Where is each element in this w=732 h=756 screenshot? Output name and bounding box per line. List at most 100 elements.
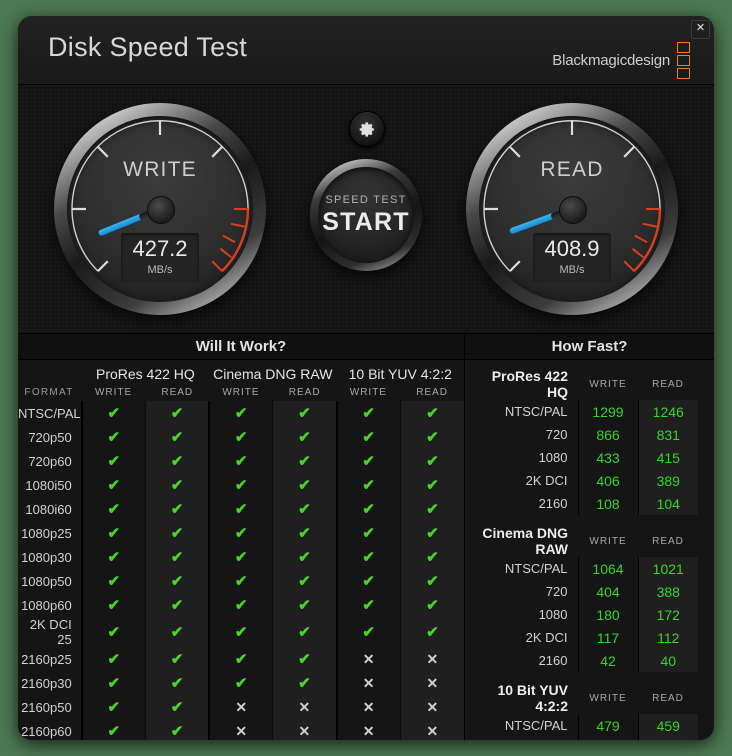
table-row: 2160 42 40 bbox=[475, 649, 698, 672]
check-icon: ✔ bbox=[426, 573, 439, 590]
write-unit: MB/s bbox=[147, 264, 173, 276]
compat-cell: ✔ bbox=[272, 401, 337, 425]
compat-cell: ✔ bbox=[144, 695, 210, 719]
compat-cell: ✔ bbox=[399, 449, 464, 473]
format-cell: 2160p60 bbox=[21, 723, 72, 739]
compat-cell: ✔ bbox=[208, 569, 273, 593]
compat-cell: ✔ bbox=[80, 593, 146, 617]
format-header: FORMAT bbox=[24, 387, 74, 398]
results-panels: Will It Work? ProRes 422 HQ Cinema DNG R… bbox=[18, 334, 714, 740]
format-cell: 2160p50 bbox=[21, 699, 72, 715]
check-icon: ✔ bbox=[298, 573, 311, 590]
check-icon: ✔ bbox=[234, 549, 248, 566]
how-fast-title: How Fast? bbox=[465, 334, 714, 360]
cross-icon: ✕ bbox=[298, 722, 311, 739]
format-cell: 1080 bbox=[538, 607, 568, 622]
format-cell: NTSC/PAL bbox=[504, 718, 568, 733]
read-speed-cell: 1021 bbox=[637, 557, 698, 580]
compat-cell: ✕ bbox=[399, 695, 464, 719]
format-cell: 2160p25 bbox=[21, 651, 72, 667]
compat-cell: ✔ bbox=[208, 545, 273, 569]
format-cell: 1080i60 bbox=[25, 501, 72, 517]
table-row: 720p60 ✔ ✔ ✔ ✔ ✔ ✔ bbox=[18, 449, 464, 473]
compat-cell: ✔ bbox=[144, 617, 210, 647]
compat-cell: ✔ bbox=[144, 425, 210, 449]
format-cell: 2K DCI bbox=[525, 630, 568, 645]
compat-cell: ✔ bbox=[208, 521, 273, 545]
compat-cell: ✔ bbox=[144, 671, 210, 695]
how-fast-col-read: READ bbox=[652, 378, 684, 390]
how-fast-section: ProRes 422 HQ WRITE READ NTSC/PAL 1299 1246 72… bbox=[475, 368, 698, 515]
check-icon: ✔ bbox=[426, 477, 439, 494]
table-row: 720 866 831 bbox=[475, 423, 698, 446]
format-cell: 1080p50 bbox=[21, 573, 72, 589]
settings-button[interactable] bbox=[349, 111, 385, 147]
check-icon: ✔ bbox=[426, 549, 439, 566]
check-icon: ✔ bbox=[234, 429, 248, 446]
read-speed-cell: 112 bbox=[637, 626, 698, 649]
check-icon: ✔ bbox=[298, 651, 311, 668]
compat-cell: ✔ bbox=[80, 695, 146, 719]
compat-cell: ✔ bbox=[272, 671, 337, 695]
cross-icon: ✕ bbox=[362, 698, 375, 715]
compat-cell: ✔ bbox=[208, 497, 273, 521]
compat-cell: ✔ bbox=[335, 545, 401, 569]
will-it-work-table: ProRes 422 HQ Cinema DNG RAW 10 Bit YUV … bbox=[18, 360, 464, 740]
compat-cell: ✔ bbox=[335, 449, 401, 473]
check-icon: ✔ bbox=[362, 501, 375, 518]
check-icon: ✔ bbox=[107, 525, 121, 542]
table-row: 2160p30 ✔ ✔ ✔ ✔ ✕ ✕ bbox=[18, 671, 464, 695]
table-row: 1080 433 415 bbox=[475, 446, 698, 469]
write-readout: 427.2 MB/s bbox=[121, 233, 199, 282]
table-row: NTSC/PAL 1064 1021 bbox=[475, 557, 698, 580]
table-row: 720182174 bbox=[475, 737, 698, 740]
format-header-spacer bbox=[18, 360, 82, 384]
check-icon: ✔ bbox=[426, 429, 439, 446]
compat-cell: ✔ bbox=[80, 473, 146, 497]
check-icon: ✔ bbox=[426, 405, 439, 422]
write-speed-cell: 42 bbox=[577, 649, 638, 672]
brand-logo: Blackmagicdesign bbox=[552, 42, 690, 79]
compat-cell: ✔ bbox=[144, 593, 210, 617]
compat-cell: ✔ bbox=[335, 617, 401, 647]
gauge-deck: WRITE 427.2 MB/s SPEED TEST START READ 4… bbox=[18, 85, 714, 334]
compat-cell: ✔ bbox=[144, 401, 210, 425]
check-icon: ✔ bbox=[426, 453, 439, 470]
compat-cell: ✔ bbox=[208, 671, 273, 695]
compat-cell: ✔ bbox=[272, 473, 337, 497]
sub-header-dng-read: READ bbox=[288, 387, 321, 398]
compat-cell: ✔ bbox=[144, 719, 210, 740]
compat-cell: ✔ bbox=[208, 647, 273, 671]
sub-header-prores-write: WRITE bbox=[94, 387, 133, 398]
cross-icon: ✕ bbox=[362, 650, 375, 667]
compat-cell: ✔ bbox=[399, 521, 464, 545]
how-fast-section-title: Cinema DNG RAW bbox=[482, 525, 568, 557]
format-cell: 1080p60 bbox=[21, 597, 72, 613]
compat-cell: ✕ bbox=[399, 647, 464, 671]
compat-cell: ✕ bbox=[272, 719, 337, 740]
compat-cell: ✔ bbox=[399, 617, 464, 647]
start-button-label: START bbox=[322, 207, 410, 236]
close-icon[interactable]: ✕ bbox=[691, 20, 710, 39]
write-value: 427.2 bbox=[132, 236, 188, 261]
title-bar: Disk Speed Test Blackmagicdesign bbox=[18, 16, 714, 85]
check-icon: ✔ bbox=[234, 624, 248, 641]
compat-cell: ✔ bbox=[208, 473, 273, 497]
check-icon: ✔ bbox=[107, 477, 121, 494]
speed-test-start-button[interactable]: SPEED TEST START bbox=[310, 159, 422, 271]
check-icon: ✔ bbox=[426, 597, 439, 614]
read-speed-cell: 415 bbox=[637, 446, 698, 469]
compat-cell: ✔ bbox=[144, 497, 210, 521]
check-icon: ✔ bbox=[170, 573, 184, 590]
write-speed-cell: 182 bbox=[577, 737, 638, 740]
check-icon: ✔ bbox=[426, 501, 439, 518]
check-icon: ✔ bbox=[298, 549, 311, 566]
compat-cell: ✔ bbox=[80, 497, 146, 521]
compat-cell: ✔ bbox=[80, 671, 146, 695]
compat-cell: ✔ bbox=[144, 545, 210, 569]
compat-cell: ✔ bbox=[80, 617, 146, 647]
table-row: 720p50 ✔ ✔ ✔ ✔ ✔ ✔ bbox=[18, 425, 464, 449]
format-cell: 720p50 bbox=[28, 429, 72, 445]
compat-cell: ✔ bbox=[272, 593, 337, 617]
compat-cell: ✔ bbox=[272, 449, 337, 473]
